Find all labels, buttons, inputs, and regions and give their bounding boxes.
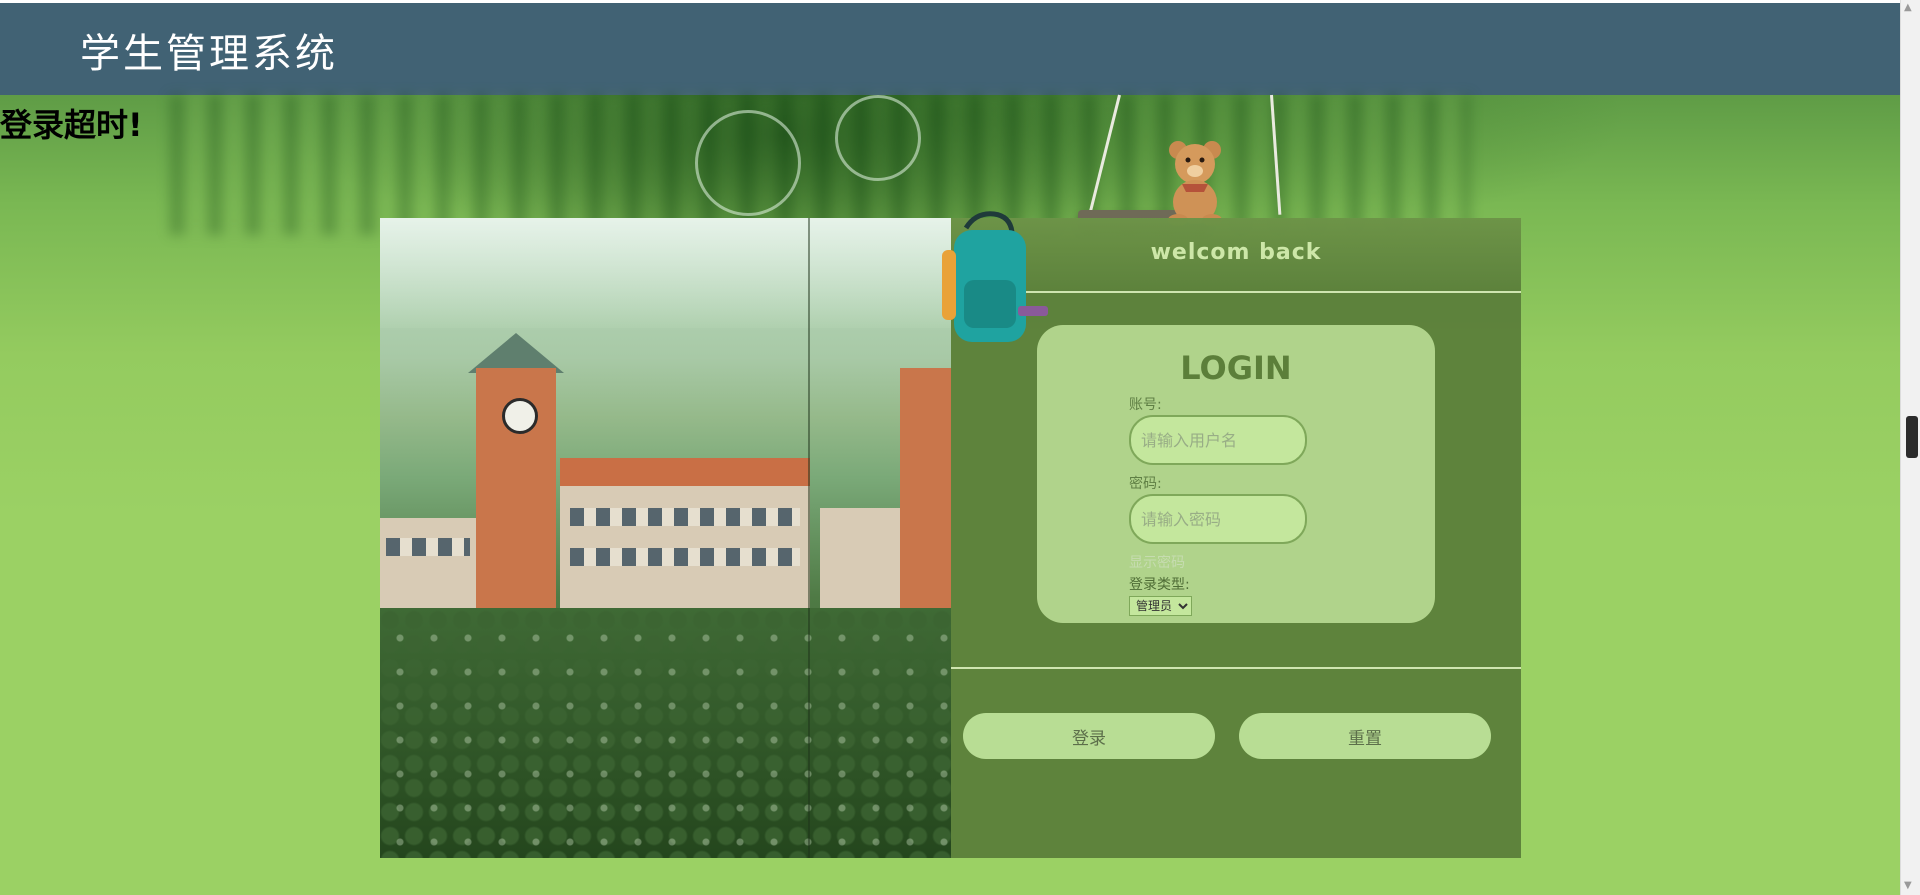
campus-photo: [380, 218, 951, 858]
photo-seam: [808, 218, 810, 858]
campus-building-left: [380, 518, 476, 608]
building-windows: [570, 508, 800, 526]
login-type-select[interactable]: 管理员: [1129, 596, 1192, 616]
reset-button[interactable]: 重置: [1239, 713, 1491, 759]
photo-foliage: [380, 608, 951, 858]
bottom-divider: [951, 667, 1521, 669]
password-input[interactable]: [1129, 494, 1307, 544]
login-button[interactable]: 登录: [963, 713, 1215, 759]
building-roof: [560, 458, 810, 488]
account-label: 账号:: [1129, 397, 1162, 413]
login-card: LOGIN 账号: 密码: 显示密码 登录类型: 管理员: [1037, 325, 1435, 623]
login-title: LOGIN: [1180, 349, 1292, 387]
password-label: 密码:: [1129, 476, 1162, 492]
scrollbar-thumb[interactable]: [1906, 416, 1918, 458]
decorative-ring: [695, 110, 801, 216]
backpack-icon: [942, 211, 1048, 342]
building-windows: [386, 538, 470, 556]
photo-sky: [380, 218, 951, 328]
clock-tower-mirror: [900, 368, 951, 608]
teddy-bear-icon: [1168, 141, 1222, 226]
username-input[interactable]: [1129, 415, 1307, 465]
clock-tower-roof: [468, 333, 564, 373]
session-timeout-message: 登录超时!: [0, 106, 143, 144]
scroll-down-arrow-icon[interactable]: ▼: [1904, 880, 1912, 891]
login-type-label: 登录类型:: [1129, 577, 1190, 593]
clock-icon: [502, 398, 538, 434]
building-windows: [570, 548, 800, 566]
decorative-ring: [835, 95, 921, 181]
app-header: 学生管理系统: [0, 3, 1900, 95]
scroll-up-arrow-icon[interactable]: ▲: [1904, 2, 1912, 13]
app-title: 学生管理系统: [80, 31, 338, 77]
show-password-toggle[interactable]: 显示密码: [1129, 552, 1185, 572]
